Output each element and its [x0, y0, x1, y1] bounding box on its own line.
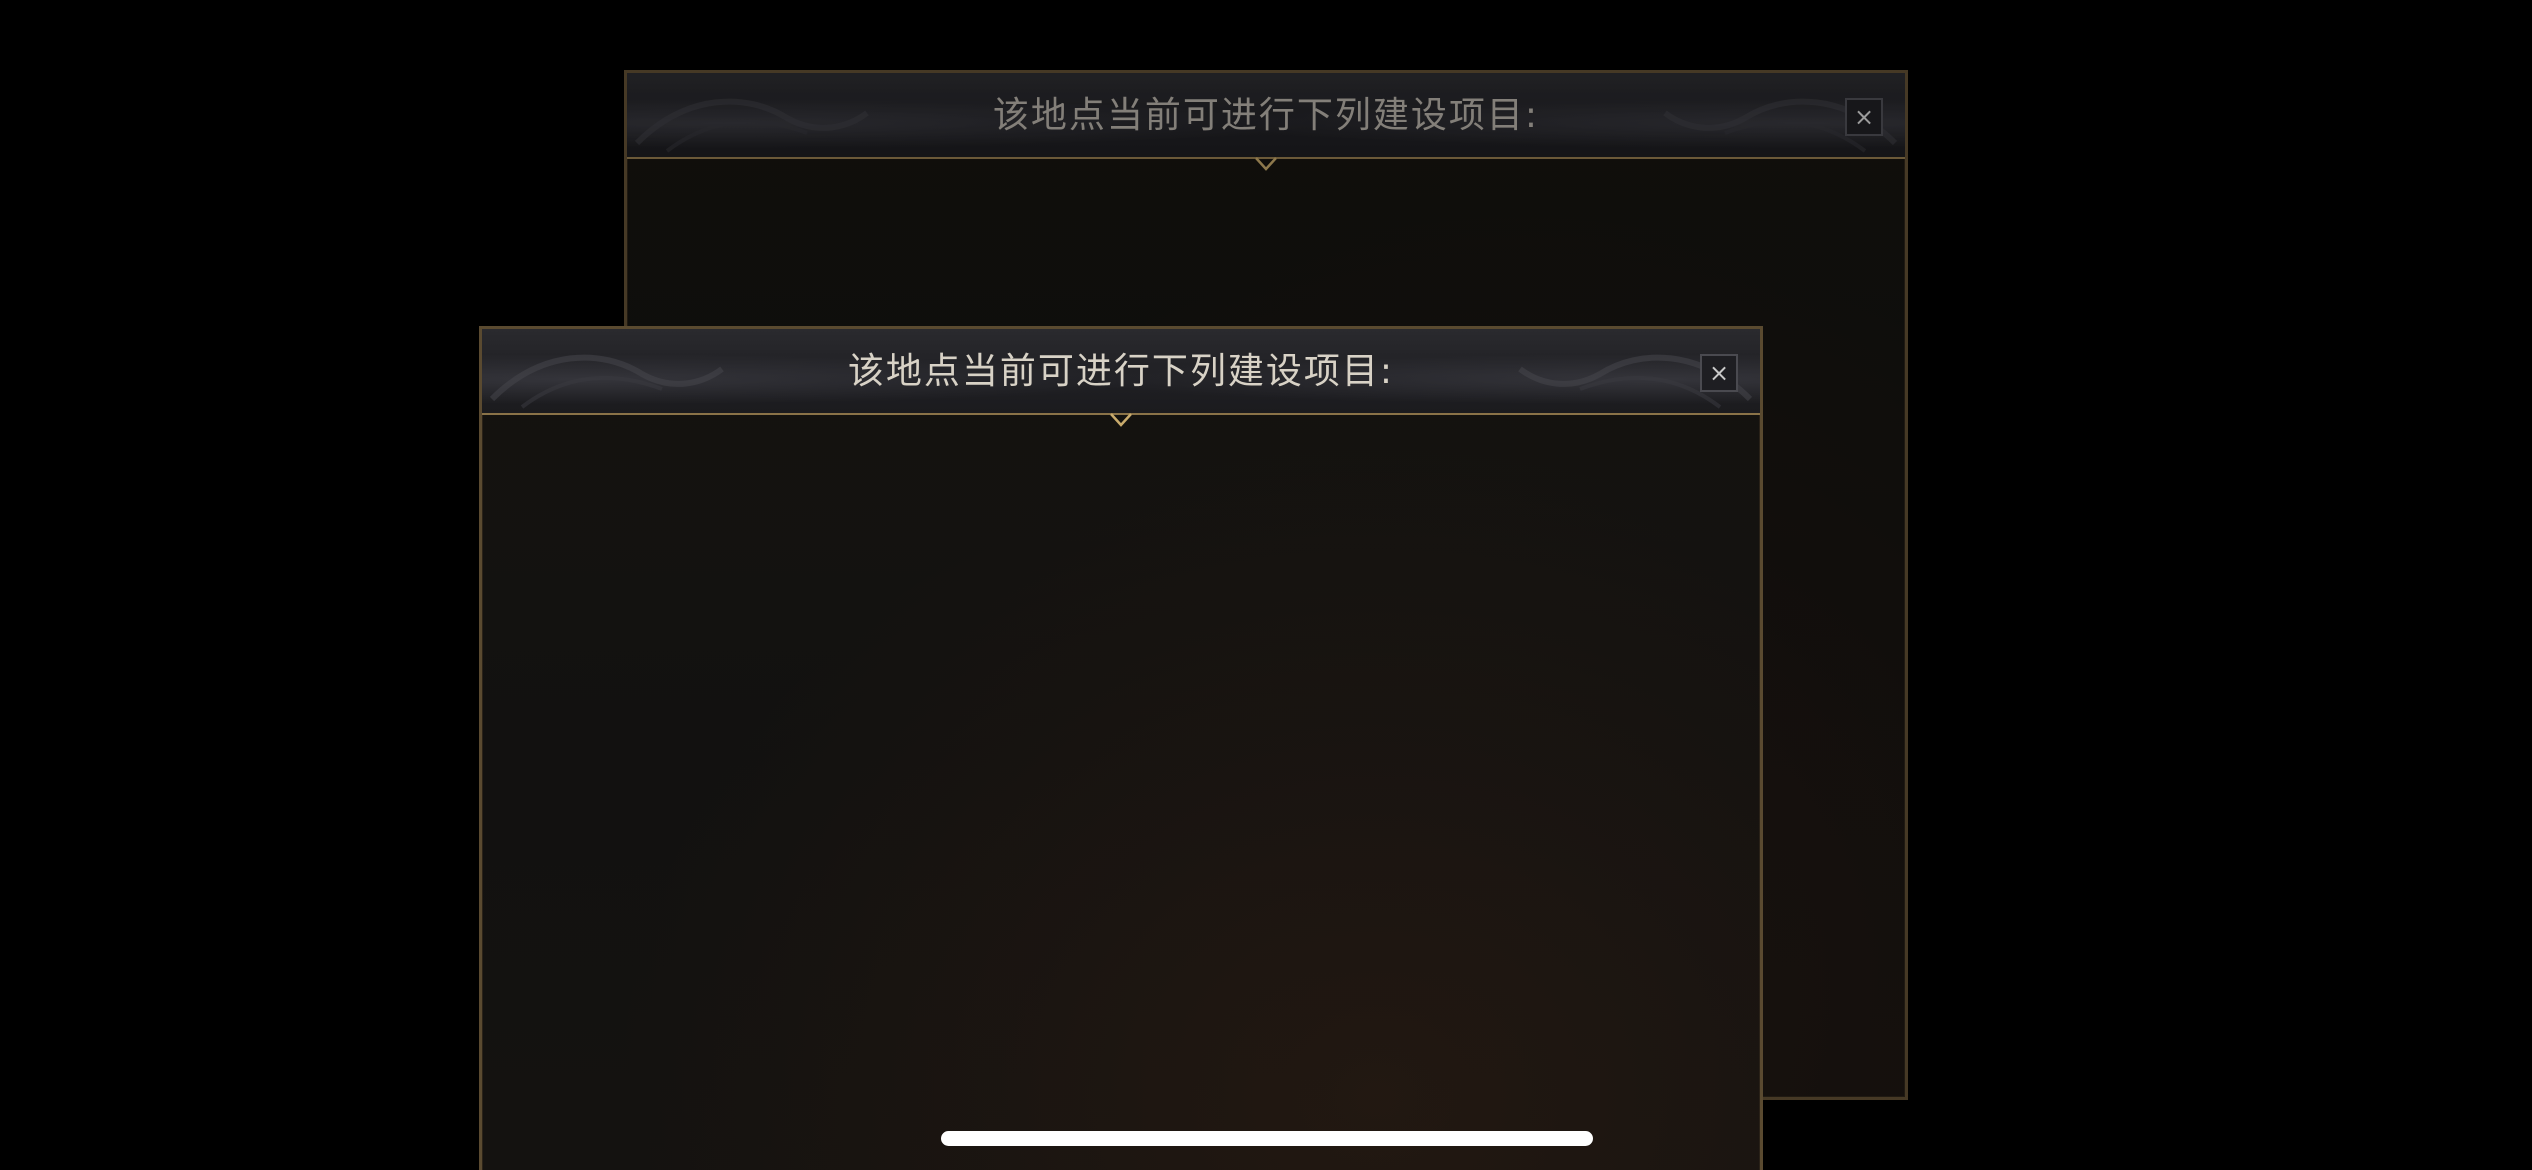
close-icon: × — [1708, 359, 1730, 387]
dialog-content-area — [482, 415, 1760, 1170]
home-indicator[interactable] — [941, 1131, 1593, 1146]
game-screen: 该地点当前可进行下列建设项目: × 该地点当前可进行下列建设项目: × — [0, 0, 2532, 1170]
dialog-title: 该地点当前可进行下列建设项目: — [847, 351, 1395, 392]
close-button[interactable]: × — [1700, 354, 1738, 392]
close-button[interactable]: × — [1845, 98, 1883, 136]
dialog-header: 该地点当前可进行下列建设项目: × — [627, 73, 1905, 171]
close-icon: × — [1853, 103, 1875, 131]
dialog-header: 该地点当前可进行下列建设项目: × — [482, 329, 1760, 427]
dialog-title: 该地点当前可进行下列建设项目: — [992, 95, 1540, 136]
build-projects-dialog-front: 该地点当前可进行下列建设项目: × — [479, 326, 1763, 1170]
